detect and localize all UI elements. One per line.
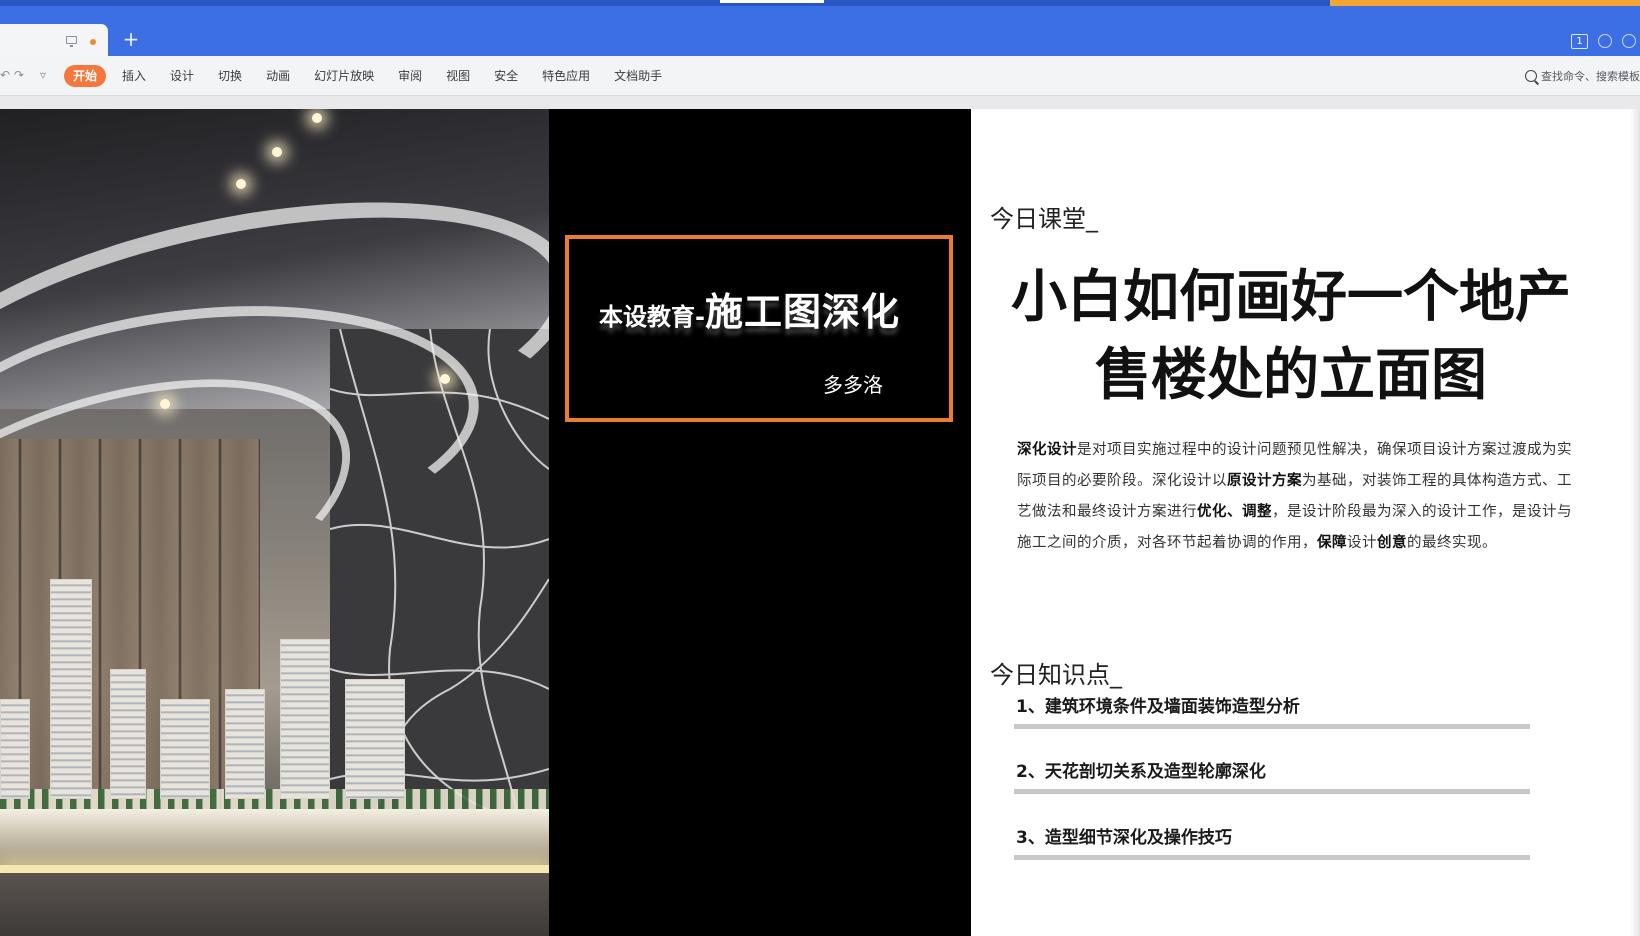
tab-features[interactable]: 特色应用 bbox=[530, 65, 602, 87]
course-title-frame[interactable]: 本设教育-施工图深化 多多洛 bbox=[565, 235, 953, 422]
tab-review[interactable]: 审阅 bbox=[386, 65, 434, 87]
top-strip bbox=[0, 0, 1640, 6]
content-panel: 今日课堂_ 小白如何画好一个地产售楼处的立面图 深化设计是对项目实施过程中的设计… bbox=[971, 109, 1640, 936]
sales-office-photo bbox=[0, 109, 549, 936]
window-titlebar: + 1 bbox=[0, 0, 1640, 56]
para-bold-term: 原设计方案 bbox=[1227, 473, 1302, 489]
unsaved-dot-icon bbox=[90, 39, 96, 45]
tab-view[interactable]: 视图 bbox=[434, 65, 482, 87]
model-table bbox=[0, 809, 549, 869]
search-placeholder: 查找命令、搜索模板 bbox=[1541, 70, 1640, 83]
ceiling-light bbox=[312, 113, 322, 123]
course-title: 本设教育-施工图深化 bbox=[599, 281, 900, 336]
model-tower bbox=[110, 669, 146, 799]
undo-icon[interactable]: ↶ bbox=[0, 68, 10, 82]
para-text: 的最终实现。 bbox=[1407, 535, 1497, 551]
course-name: 施工图深化 bbox=[704, 290, 900, 334]
model-table-glow bbox=[0, 865, 549, 873]
tab-design[interactable]: 设计 bbox=[158, 65, 206, 87]
model-tower bbox=[280, 639, 330, 799]
knowledge-point-item[interactable]: 3、造型细节深化及操作技巧 bbox=[1014, 822, 1530, 860]
course-brand: 本设教育- bbox=[599, 303, 705, 331]
tab-insert[interactable]: 插入 bbox=[110, 65, 158, 87]
ceiling-light bbox=[236, 179, 246, 189]
course-author: 多多洛 bbox=[823, 373, 883, 397]
knowledge-point-item[interactable]: 2、天花剖切关系及造型轮廓深化 bbox=[1014, 756, 1530, 794]
tab-home[interactable]: 开始 bbox=[64, 65, 107, 87]
lesson-title[interactable]: 小白如何画好一个地产售楼处的立面图 bbox=[991, 259, 1591, 415]
tab-transitions[interactable]: 切换 bbox=[206, 65, 254, 87]
ceiling-light bbox=[272, 147, 282, 157]
para-bold-term: 深化设计 bbox=[1017, 442, 1077, 458]
para-text: 设计 bbox=[1347, 535, 1377, 551]
tab-doc-assistant[interactable]: 文档助手 bbox=[602, 65, 674, 87]
tab-animations[interactable]: 动画 bbox=[254, 65, 302, 87]
share-icon[interactable] bbox=[1622, 34, 1636, 48]
model-tower bbox=[0, 699, 30, 799]
model-tower bbox=[50, 579, 92, 799]
model-tower bbox=[160, 699, 210, 799]
notification-strip bbox=[1330, 0, 1640, 6]
presentation-icon bbox=[66, 36, 77, 47]
titlebar-right-tools: 1 bbox=[1571, 30, 1640, 52]
para-bold-term: 优化、调整 bbox=[1197, 504, 1272, 520]
ribbon-tabs: 开始 插入 设计 切换 动画 幻灯片放映 审阅 视图 安全 特色应用 文档助手 bbox=[64, 65, 674, 87]
knowledge-points-label[interactable]: 今日知识点_ bbox=[990, 655, 1122, 690]
command-search[interactable]: 查找命令、搜索模板 bbox=[1525, 65, 1640, 87]
ceiling-light bbox=[160, 399, 170, 409]
ribbon-menu-bar: ↶ ↷ ▿ 开始 插入 设计 切换 动画 幻灯片放映 审阅 视图 安全 特色应用… bbox=[0, 56, 1640, 96]
model-tower bbox=[225, 689, 265, 799]
quick-access-dropdown-icon[interactable]: ▿ bbox=[40, 68, 46, 82]
ceiling-light bbox=[440, 374, 450, 384]
page-count-badge[interactable]: 1 bbox=[1571, 33, 1588, 49]
knowledge-point-item[interactable]: 1、建筑环境条件及墙面装饰造型分析 bbox=[1014, 691, 1530, 729]
slide-canvas[interactable]: 本设教育-施工图深化 多多洛 今日课堂_ 小白如何画好一个地产售楼处的立面图 深… bbox=[0, 109, 1640, 936]
title-panel: 本设教育-施工图深化 多多洛 bbox=[549, 109, 971, 936]
model-tower bbox=[345, 679, 405, 799]
intro-paragraph[interactable]: 深化设计是对项目实施过程中的设计问题预见性解决，确保项目设计方案过渡成为实际项目… bbox=[1017, 435, 1577, 559]
para-bold-term: 创意 bbox=[1377, 535, 1407, 551]
tab-security[interactable]: 安全 bbox=[482, 65, 530, 87]
today-class-label[interactable]: 今日课堂_ bbox=[990, 199, 1098, 234]
new-tab-button[interactable]: + bbox=[120, 28, 142, 50]
active-window-indicator bbox=[720, 0, 824, 3]
canvas-gap bbox=[0, 97, 1640, 109]
para-bold-term: 保障 bbox=[1317, 535, 1347, 551]
photo-floor bbox=[0, 873, 549, 936]
redo-icon[interactable]: ↷ bbox=[14, 68, 24, 82]
search-icon bbox=[1525, 70, 1537, 82]
document-tab[interactable] bbox=[0, 24, 108, 56]
tab-slideshow[interactable]: 幻灯片放映 bbox=[302, 65, 386, 87]
panel-edge-shade bbox=[1630, 109, 1640, 936]
cloud-icon[interactable] bbox=[1598, 34, 1612, 48]
